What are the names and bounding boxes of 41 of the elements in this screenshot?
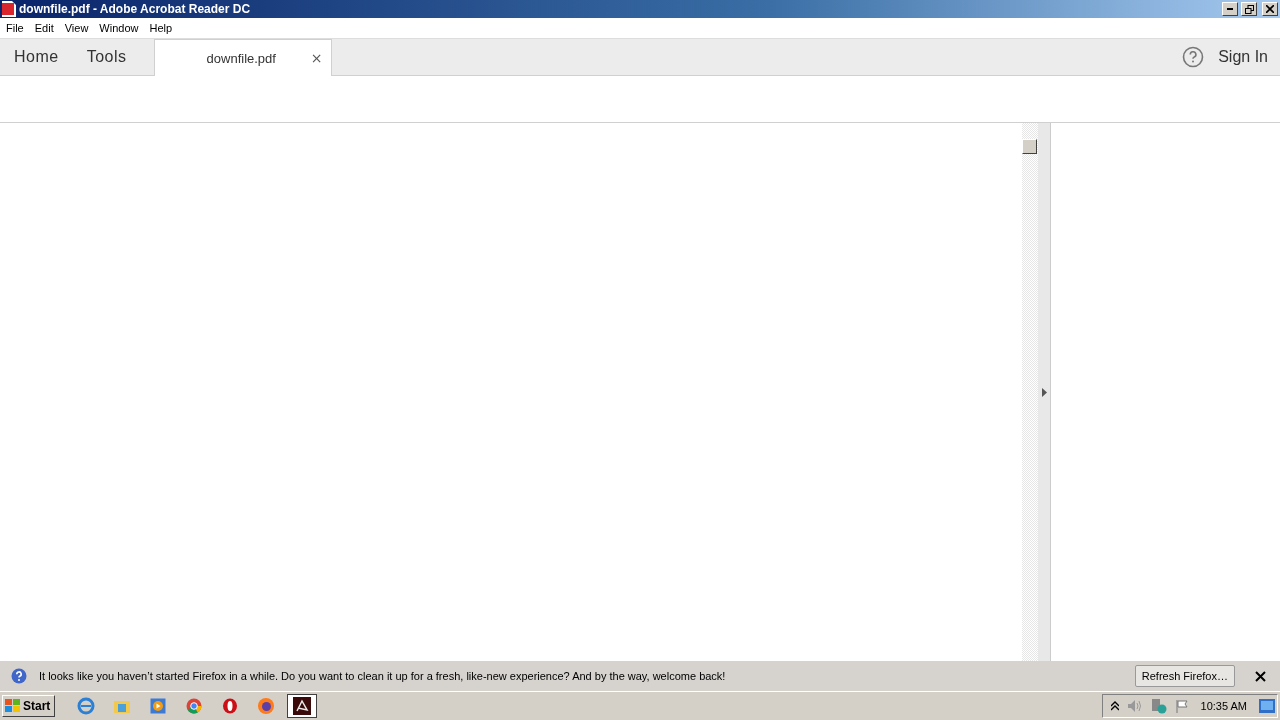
menu-item[interactable]: Window	[93, 22, 144, 34]
show-desktop-icon[interactable]	[1259, 699, 1275, 713]
opera-icon	[222, 698, 239, 714]
window-title: downfile.pdf - Adobe Acrobat Reader DC	[19, 2, 252, 16]
flag-icon[interactable]	[1174, 699, 1189, 713]
chrome-icon	[186, 698, 203, 714]
scroll-thumb[interactable]	[1022, 139, 1037, 154]
menu-item[interactable]: Help	[143, 22, 178, 34]
minimize-button[interactable]	[1222, 2, 1238, 16]
menu-item[interactable]: Edit	[28, 22, 59, 34]
network-icon[interactable]	[1150, 698, 1167, 714]
help-icon	[11, 668, 27, 684]
restore-button[interactable]	[1241, 2, 1257, 16]
close-icon[interactable]	[1255, 670, 1266, 682]
minimize-icon	[1227, 8, 1233, 10]
nav-tab[interactable]: Tools	[72, 39, 141, 75]
folder-icon	[113, 698, 132, 714]
refresh-button[interactable]: Refresh Firefox…	[1134, 665, 1235, 687]
close-button[interactable]	[1262, 2, 1278, 16]
sign-in-link[interactable]: Sign In	[1218, 48, 1268, 66]
expand-arrow-icon[interactable]	[1041, 387, 1047, 397]
tab-close-button[interactable]: ×	[310, 50, 323, 66]
document-tab[interactable]: downfile.pdf ×	[153, 39, 332, 76]
chevron-up-icon[interactable]	[1110, 701, 1119, 711]
clock[interactable]: 10:35 AM	[1200, 700, 1247, 712]
menu-item[interactable]: View	[58, 22, 94, 34]
close-icon	[1266, 5, 1274, 13]
taskbar-app-button[interactable]	[287, 694, 318, 718]
notification-message: It looks like you haven’t started Firefox in a while. Do you want to clean it up for a fresh, like-new experience? And by the way, welcome back!	[39, 670, 727, 682]
pdf-reader-icon	[293, 697, 312, 715]
windows-logo-icon	[5, 699, 21, 713]
start-button[interactable]: Start	[2, 695, 56, 717]
firefox-icon	[257, 697, 276, 715]
menu-item[interactable]: File	[0, 22, 29, 34]
help-icon[interactable]	[1182, 46, 1205, 68]
nav-tab[interactable]: Home	[0, 39, 73, 75]
media-player-icon	[150, 698, 167, 714]
browser-icon	[77, 697, 96, 715]
tab-label: downfile.pdf	[206, 50, 276, 66]
scrollbar[interactable]	[1022, 123, 1038, 661]
restore-icon	[1244, 4, 1254, 14]
